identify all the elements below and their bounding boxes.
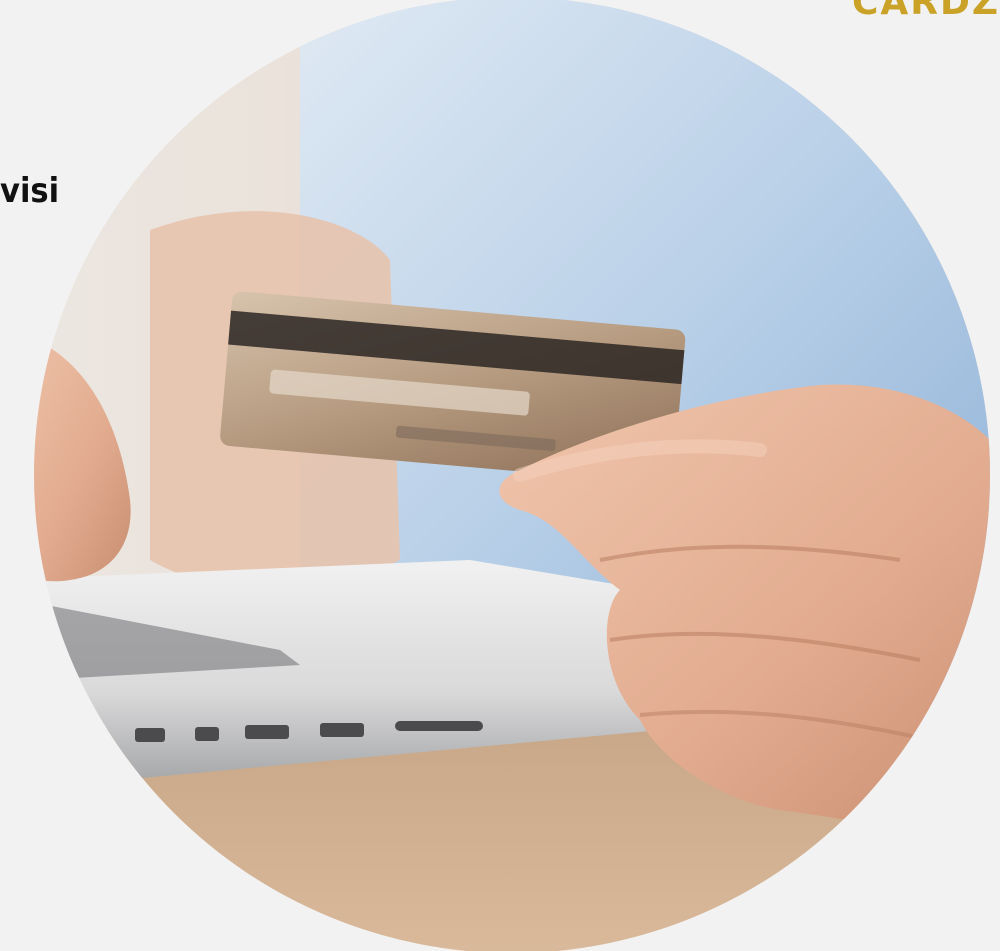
- hero-photo: [34, 0, 990, 951]
- page: CARDZ visi: [0, 0, 1000, 951]
